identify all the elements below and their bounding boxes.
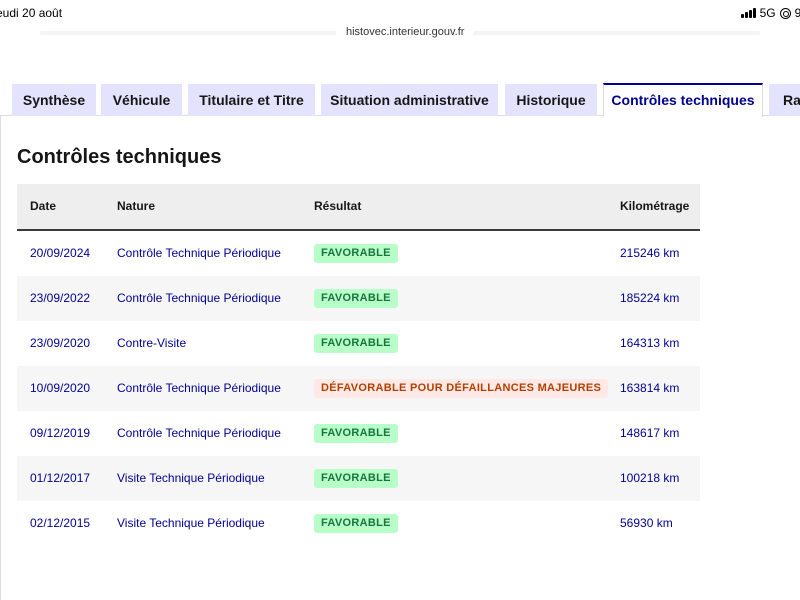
header-nature: Nature [117,199,156,213]
cell-nature: Contrôle Technique Périodique [117,381,281,395]
tab-rapport[interactable]: Rap [769,84,800,116]
cellular-signal-icon [740,8,756,18]
network-type: 5G [759,6,776,20]
cell-result: FAVORABLE [314,456,398,501]
table-row: 02/12/2015 Visite Technique Périodique FAV… [17,501,700,546]
cell-km: 163814 km [620,381,680,395]
table-body: 20/09/2024 Contrôle Technique Périodique F… [17,231,700,546]
cell-result: FAVORABLE [314,276,398,321]
tab-titulaire-titre[interactable]: Titulaire et Titre [188,84,315,116]
cell-km: 164313 km [620,336,680,350]
cell-nature: Visite Technique Périodique [117,471,265,485]
cell-nature: Contre-Visite [117,336,187,350]
cell-result: FAVORABLE [314,321,398,366]
cell-nature: Contrôle Technique Périodique [117,291,281,305]
cell-date: 23/09/2022 [30,291,91,305]
tab-bar: Synthèse Véhicule Titulaire et Titre Sit… [0,83,800,117]
page-title: Contrôles techniques [17,146,222,168]
cell-km: 148617 km [620,426,680,440]
table-row: 23/09/2020 Contre-Visite FAVORABLE 164313 k… [17,321,700,366]
status-indicators: 5G 98 [740,6,800,20]
tab-synthese[interactable]: Synthèse [12,84,96,116]
cell-date: 20/09/2024 [30,246,91,260]
header-date: Date [30,199,57,213]
status-badge: FAVORABLE [314,334,398,354]
status-badge: FAVORABLE [314,469,398,489]
cell-date: 23/09/2020 [30,336,91,350]
status-badge: FAVORABLE [314,514,398,534]
cell-date: 01/12/2017 [30,471,91,485]
table-row: 20/09/2024 Contrôle Technique Périodique F… [17,231,700,276]
orientation-lock-icon [779,7,791,19]
cell-km: 100218 km [620,471,680,485]
status-badge: FAVORABLE [314,289,398,309]
cell-result: FAVORABLE [314,231,398,276]
status-time: eudi 20 août [0,6,63,20]
tab-panel: Contrôles techniques Date Nature Résulta… [0,116,800,600]
status-badge: FAVORABLE [314,244,398,264]
cell-km: 185224 km [620,291,680,305]
cell-km: 56930 km [620,516,673,530]
tab-controles-techniques[interactable]: Contrôles techniques [603,83,763,117]
header-result: Résultat [314,199,362,213]
cell-date: 02/12/2015 [30,516,91,530]
table-row: 10/09/2020 Contrôle Technique Périodique D… [17,366,700,411]
cell-date: 09/12/2019 [30,426,91,440]
table-row: 09/12/2019 Contrôle Technique Périodique F… [17,411,700,456]
cell-nature: Contrôle Technique Périodique [117,246,281,260]
table-row: 01/12/2017 Visite Technique Périodique FAV… [17,456,700,501]
header-km: Kilométrage [620,199,690,213]
cell-km: 215246 km [620,246,680,260]
cell-result: FAVORABLE [314,501,398,546]
tab-situation-administrative[interactable]: Situation administrative [321,84,498,116]
status-badge: DÉFAVORABLE POUR DÉFAILLANCES MAJEURES [314,379,609,399]
cell-nature: Contrôle Technique Périodique [117,426,281,440]
table-row: 23/09/2022 Contrôle Technique Périodique F… [17,276,700,321]
cell-result: DÉFAVORABLE POUR DÉFAILLANCES MAJEURES [314,366,609,411]
cell-nature: Visite Technique Périodique [117,516,265,530]
battery-level: 98 [794,6,800,20]
cell-result: FAVORABLE [314,411,398,456]
tab-vehicule[interactable]: Véhicule [101,84,182,116]
table-header: Date Nature Résultat Kilométrage [17,184,700,231]
cell-date: 10/09/2020 [30,381,91,395]
controls-table: Date Nature Résultat Kilométrage 20/09/2… [17,184,700,546]
address-bar[interactable]: histovec.interieur.gouv.fr [336,22,475,42]
status-badge: FAVORABLE [314,424,398,444]
tab-historique[interactable]: Historique [505,84,597,116]
